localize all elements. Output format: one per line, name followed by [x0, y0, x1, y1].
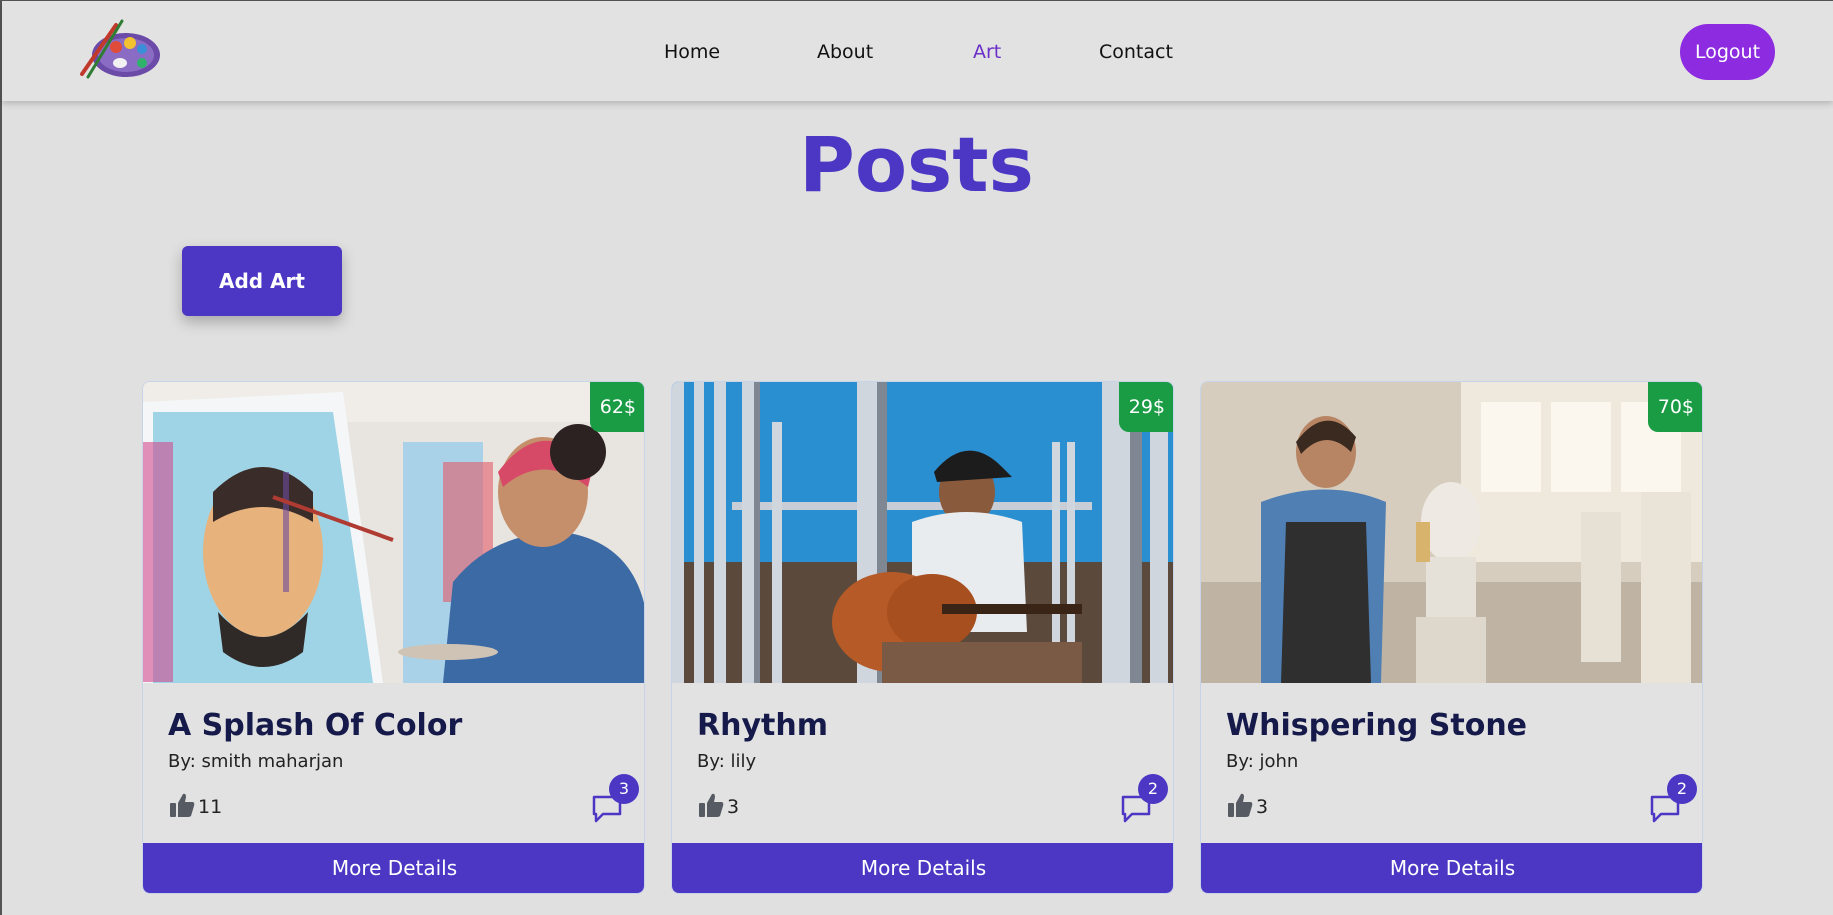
post-author: By: john: [1226, 751, 1299, 772]
thumbs-up-icon[interactable]: [697, 791, 725, 823]
post-author: By: lily: [697, 751, 757, 772]
price-badge: 70$: [1647, 382, 1702, 432]
like-control[interactable]: 3: [697, 790, 739, 824]
comment-count-badge: 2: [1138, 774, 1168, 804]
like-control[interactable]: 11: [168, 790, 222, 824]
add-art-button[interactable]: Add Art: [182, 246, 342, 316]
like-count: 3: [727, 796, 740, 818]
post-card: 70$ Whispering Stone By: john 3 2 More D…: [1200, 381, 1703, 894]
post-image[interactable]: 70$: [1201, 382, 1702, 683]
top-navbar: Home About Art Contact Logout: [2, 1, 1833, 101]
comment-count-badge: 2: [1667, 774, 1697, 804]
more-details-button[interactable]: More Details: [1201, 843, 1702, 893]
post-title: Rhythm: [697, 708, 828, 743]
page-title: Posts: [799, 120, 1034, 209]
nav-about[interactable]: About: [817, 41, 873, 63]
comment-control[interactable]: 2: [1649, 774, 1699, 824]
post-title: A Splash Of Color: [168, 708, 463, 743]
like-count: 11: [198, 796, 223, 818]
post-card: 62$ A Splash Of Color By: smith maharjan…: [142, 381, 645, 894]
nav-home[interactable]: Home: [664, 41, 720, 63]
nav-art[interactable]: Art: [973, 41, 1001, 63]
price-badge: 29$: [1118, 382, 1173, 432]
price-badge: 62$: [589, 382, 644, 432]
post-author: By: smith maharjan: [168, 751, 344, 772]
comment-control[interactable]: 2: [1120, 774, 1170, 824]
post-title: Whispering Stone: [1226, 708, 1528, 743]
more-details-button[interactable]: More Details: [143, 843, 644, 893]
thumbs-up-icon[interactable]: [1226, 791, 1254, 823]
logout-button[interactable]: Logout: [1680, 24, 1775, 80]
like-control[interactable]: 3: [1226, 790, 1268, 824]
nav-contact[interactable]: Contact: [1099, 41, 1173, 63]
thumbs-up-icon[interactable]: [168, 791, 196, 823]
post-image[interactable]: 62$: [143, 382, 644, 683]
post-card: 29$ Rhythm By: lily 3 2 More Details: [671, 381, 1174, 894]
more-details-button[interactable]: More Details: [672, 843, 1173, 893]
comment-count-badge: 3: [609, 774, 639, 804]
comment-control[interactable]: 3: [591, 774, 641, 824]
like-count: 3: [1256, 796, 1269, 818]
nav-links: Home About Art Contact: [2, 1, 1833, 101]
post-image[interactable]: 29$: [672, 382, 1173, 683]
